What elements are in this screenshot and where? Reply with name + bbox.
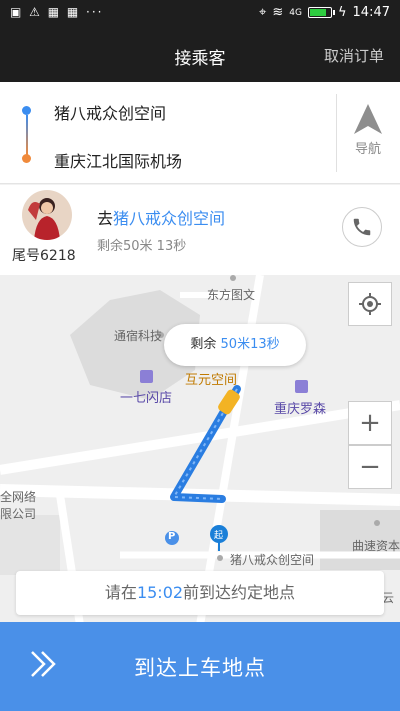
- wifi-icon: ≋: [272, 5, 284, 20]
- destination-line: 去猪八戒众创空间: [97, 205, 225, 229]
- poi-qusu: 曲速资本: [352, 539, 400, 553]
- tail-number: 尾号6218: [12, 248, 76, 264]
- location-icon: ⌖: [259, 5, 267, 20]
- destination-name: 猪八戒众创空间: [113, 209, 226, 228]
- status-bar: ▣ ⚠ ▦ ▦ ··· ⌖ ≋ 4G ϟ 14:47: [0, 0, 400, 28]
- arrive-pickup-button[interactable]: 到达上车地点: [0, 622, 400, 711]
- poi-zbj: 猪八戒众创空间: [230, 553, 315, 567]
- poi-network: 全网络: [0, 490, 37, 504]
- start-marker-label: 起: [214, 531, 224, 541]
- avatar[interactable]: [22, 190, 72, 240]
- bubble-value: 50米13秒: [220, 337, 280, 352]
- start-address: 猪八戒众创空间: [54, 104, 167, 123]
- end-dot-icon: [22, 154, 31, 163]
- poi-dongfang: 东方图文: [207, 288, 256, 302]
- remaining-distance: 剩余50米 13秒: [97, 239, 187, 254]
- poi-tongsu: 通宿科技: [114, 329, 163, 343]
- navigate-button[interactable]: 导航: [338, 102, 398, 162]
- charging-icon: ϟ: [337, 5, 347, 20]
- plus-icon: +: [359, 408, 381, 438]
- remaining-bubble: 剩余 50米13秒: [164, 324, 306, 366]
- zoom-out-button[interactable]: −: [348, 445, 392, 489]
- arrival-notice: 请在15:02前到达约定地点: [16, 571, 384, 615]
- divider: [336, 94, 337, 172]
- navigation-arrow-icon: [354, 104, 382, 134]
- notice-suffix: 前到达约定地点: [183, 583, 296, 602]
- arrive-pickup-label: 到达上车地点: [134, 656, 266, 680]
- notice-time: 15:02: [136, 583, 184, 602]
- end-address: 重庆江北国际机场: [54, 152, 183, 171]
- route-panel: 猪八戒众创空间 重庆江北国际机场 导航: [0, 82, 400, 184]
- parking-icon: P: [168, 531, 176, 542]
- battery-icon: [307, 7, 335, 18]
- network-label: 4G: [289, 7, 302, 18]
- minus-icon: −: [359, 452, 381, 482]
- cancel-order-button[interactable]: 取消订单: [324, 45, 384, 66]
- zoom-in-button[interactable]: +: [348, 401, 392, 445]
- start-dot-icon: [22, 106, 31, 115]
- bubble-prefix: 剩余: [190, 337, 217, 352]
- destination-prefix: 去: [97, 209, 114, 228]
- poi-qiqi: 一七闪店: [120, 391, 173, 406]
- clock: 14:47: [352, 5, 390, 20]
- call-button[interactable]: [342, 207, 382, 247]
- status-icons-right: ⌖ ≋ 4G ϟ 14:47: [259, 5, 390, 20]
- poi-huyuan: 互元空间: [185, 373, 238, 388]
- navigate-label: 导航: [354, 142, 381, 157]
- poi-network-2: 限公司: [0, 507, 37, 521]
- crosshair-icon: [359, 293, 381, 315]
- status-icons-left: ▣ ⚠ ▦ ▦ ···: [10, 5, 104, 19]
- phone-icon: [353, 218, 371, 236]
- route-connector: [26, 115, 28, 155]
- top-nav-bar: 接乘客 取消订单: [0, 28, 400, 82]
- locate-button[interactable]: [348, 282, 392, 326]
- map-view[interactable]: 东方图文 通宿科技 一七闪店 互元空间 重庆罗森 全网络 限公司 曲速资本 猪八…: [0, 275, 400, 625]
- notice-prefix: 请在: [104, 583, 137, 602]
- poi-luosen: 重庆罗森: [274, 402, 327, 417]
- passenger-info-panel: 尾号6218 去猪八戒众创空间 剩余50米 13秒: [0, 185, 400, 275]
